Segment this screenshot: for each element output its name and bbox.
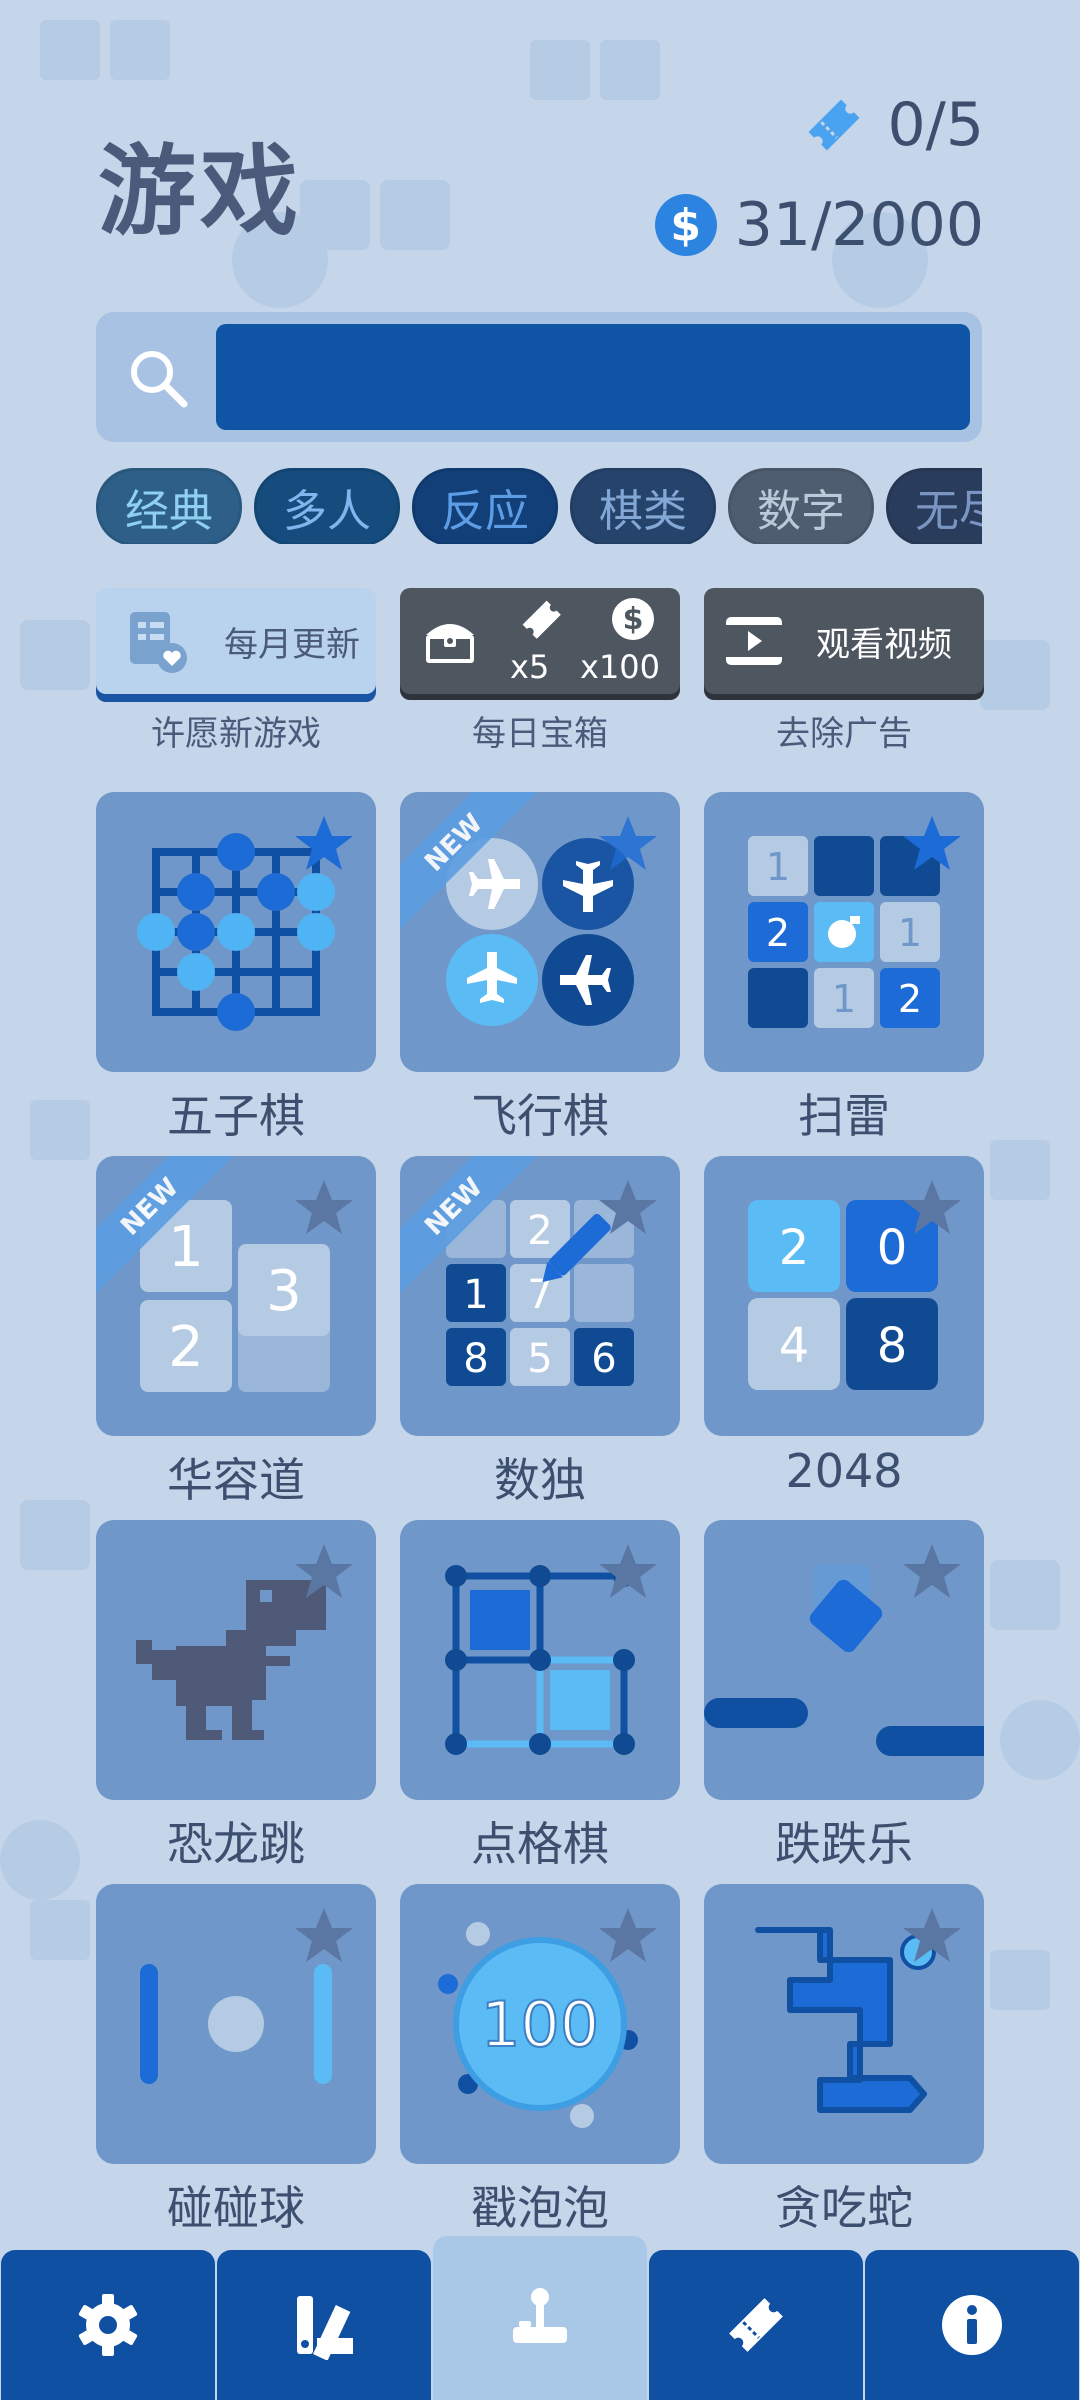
wish-game-button[interactable]: 每月更新 [96, 588, 376, 694]
nav-games[interactable] [433, 2236, 647, 2400]
game-name-sudoku: 数独 [494, 1453, 586, 1507]
game-name-dino-jump: 恐龙跳 [167, 1817, 305, 1871]
favorite-star-icon[interactable] [596, 1540, 660, 1604]
wish-game-label: 许愿新游戏 [151, 714, 321, 754]
favorite-star-icon[interactable] [900, 1540, 964, 1604]
game-name-snake: 贪吃蛇 [775, 2181, 913, 2235]
video-icon [726, 617, 782, 665]
klotski-number: 1 [168, 1215, 204, 1280]
favorite-star-icon[interactable] [596, 1904, 660, 1968]
game-tile-dots-boxes[interactable] [400, 1520, 680, 1800]
game-tile-bubble-pop[interactable]: 100 [400, 1884, 680, 2164]
chest-ticket-reward: x5 [510, 596, 570, 686]
search-input[interactable] [216, 324, 970, 430]
mine-count-cell: 2 [766, 911, 790, 955]
sudoku-cell-number: 5 [527, 1336, 552, 1382]
game-name-2048: 2048 [785, 1444, 903, 1498]
joystick-icon [513, 2288, 567, 2343]
game-tile-gomoku[interactable] [96, 792, 376, 1072]
game-tile-minesweeper[interactable]: 1 2 1 1 2 [704, 792, 984, 1072]
nav-themes[interactable] [217, 2250, 431, 2400]
game-name-bubble-pop: 戳泡泡 [471, 2181, 609, 2235]
bottom-navigation [0, 2236, 1080, 2400]
treasure-chest-icon [426, 624, 474, 663]
game-tile-sudoku[interactable]: NEW 2 1 7 8 5 6 [400, 1156, 680, 1436]
category-filter: 经典 多人 反应 棋类 数字 无尽 [96, 468, 982, 544]
game-tile-2048[interactable]: 2 0 4 8 [704, 1156, 984, 1436]
game-tile-snake[interactable] [704, 1884, 984, 2164]
info-icon [942, 2295, 1002, 2355]
tile-2048-number: 2 [779, 1220, 810, 1276]
game-name-stack-fall: 跌跌乐 [775, 1817, 913, 1871]
game-tile-klotski[interactable]: NEW 1 3 2 [96, 1156, 376, 1436]
search-bar [96, 312, 982, 442]
coins-counter[interactable]: $ 31/2000 [654, 190, 984, 260]
category-chip-endless[interactable]: 无尽 [886, 468, 982, 544]
game-tile-pong[interactable] [96, 1884, 376, 2164]
wish-list-icon [130, 612, 187, 673]
tile-2048-number: 8 [877, 1318, 908, 1374]
favorite-star-icon[interactable] [292, 1904, 356, 1968]
klotski-number: 3 [266, 1259, 302, 1324]
category-chip-reaction[interactable]: 反应 [412, 468, 558, 544]
sudoku-cell-number: 6 [591, 1336, 616, 1382]
tile-2048-number: 4 [779, 1318, 810, 1374]
coin-icon: $ [612, 598, 654, 640]
category-chip-multiplayer[interactable]: 多人 [254, 468, 400, 544]
game-tile-stack-fall[interactable] [704, 1520, 984, 1800]
mine-count-cell: 1 [832, 977, 856, 1021]
remove-ads-label: 去除广告 [776, 714, 912, 754]
game-tile-flying-chess[interactable]: NEW [400, 792, 680, 1072]
category-chip-number[interactable]: 数字 [728, 468, 874, 544]
bubble-value: 100 [481, 1988, 599, 2061]
daily-chest-button[interactable]: x5 $ x100 [400, 588, 680, 694]
game-name-dots-boxes: 点格棋 [471, 1817, 609, 1871]
search-icon[interactable] [126, 346, 190, 410]
page-title: 游戏 [98, 135, 303, 249]
favorite-star-icon[interactable] [900, 1176, 964, 1240]
category-chip-board[interactable]: 棋类 [570, 468, 716, 544]
favorite-star-icon[interactable] [900, 1904, 964, 1968]
coin-icon: $ [654, 194, 717, 256]
game-name-flying-chess: 飞行棋 [471, 1089, 609, 1143]
game-name-klotski: 华容道 [167, 1453, 305, 1507]
mine-count-cell: 2 [898, 977, 922, 1021]
sudoku-cell-number: 8 [463, 1336, 488, 1382]
sudoku-cell-number: 2 [527, 1208, 552, 1254]
nav-tickets[interactable] [649, 2250, 863, 2400]
nav-about[interactable] [865, 2250, 1079, 2400]
mine-count-cell: 1 [766, 845, 790, 889]
game-name-minesweeper: 扫雷 [798, 1089, 890, 1143]
tickets-counter[interactable]: 0/5 [799, 90, 984, 160]
category-chip-classic[interactable]: 经典 [96, 468, 242, 544]
chest-coins-amount: x100 [580, 648, 661, 686]
ticket-icon [522, 600, 561, 639]
gear-icon [78, 2294, 138, 2356]
klotski-number: 2 [168, 1315, 204, 1380]
sudoku-cell-number: 1 [463, 1272, 488, 1318]
watch-video-button[interactable]: 观看视频 [704, 588, 984, 694]
palette-icon [297, 2296, 353, 2360]
ticket-icon [808, 99, 860, 151]
nav-settings[interactable] [1, 2250, 215, 2400]
wish-button-text: 每月更新 [224, 624, 360, 665]
favorite-star-icon[interactable] [292, 812, 356, 876]
favorite-star-icon[interactable] [292, 1540, 356, 1604]
video-button-text: 观看视频 [816, 624, 952, 665]
game-name-pong: 碰碰球 [167, 2181, 305, 2235]
game-tile-dino-jump[interactable] [96, 1520, 376, 1800]
game-name-gomoku: 五子棋 [167, 1089, 305, 1143]
chest-tickets-amount: x5 [510, 648, 550, 686]
favorite-star-icon[interactable] [900, 812, 964, 876]
favorite-star-icon[interactable] [596, 812, 660, 876]
ticket-icon [729, 2298, 783, 2352]
tickets-value: 0/5 [887, 90, 984, 160]
chest-coin-reward: $ x100 [580, 596, 676, 686]
coins-value: 31/2000 [734, 190, 984, 260]
favorite-star-icon[interactable] [292, 1176, 356, 1240]
favorite-star-icon[interactable] [596, 1176, 660, 1240]
daily-chest-label: 每日宝箱 [472, 714, 608, 754]
mine-count-cell: 1 [898, 911, 922, 955]
